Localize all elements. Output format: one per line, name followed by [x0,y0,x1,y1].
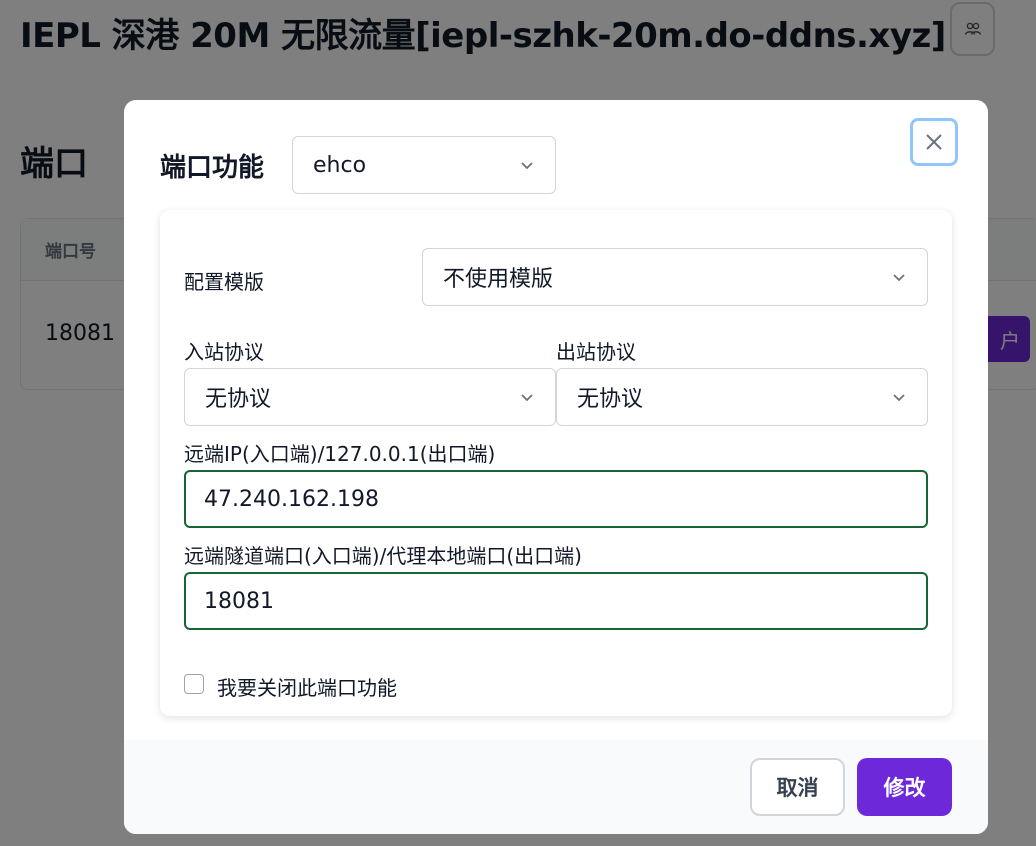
chevron-down-icon [521,394,533,402]
inbound-select-value: 无协议 [205,387,272,412]
remote-ip-input[interactable]: 47.240.162.198 [184,470,928,528]
function-select-value: ehco [313,152,367,178]
remote-ip-value: 47.240.162.198 [204,486,379,512]
remote-ip-label: 远端IP(入口端)/127.0.0.1(出口端) [184,442,496,466]
close-button[interactable] [910,118,958,166]
submit-button[interactable]: 修改 [857,758,952,816]
outbound-select-value: 无协议 [577,387,644,412]
disable-port-checkbox[interactable] [184,674,204,694]
cancel-button[interactable]: 取消 [750,758,845,816]
modal-footer: 取消 修改 [124,740,988,834]
template-select[interactable]: 不使用模版 [422,248,928,306]
chevron-down-icon [893,274,905,282]
function-select[interactable]: ehco [292,136,556,194]
outbound-select[interactable]: 无协议 [556,368,928,426]
chevron-down-icon [521,162,533,170]
template-select-value: 不使用模版 [443,267,554,292]
remote-port-value: 18081 [204,588,274,614]
port-function-modal: 端口功能 ehco 配置模版 不使用模版 入站协议 出站协议 无协议 无协议 远… [124,100,988,834]
outbound-label: 出站协议 [556,340,636,364]
remote-port-label: 远端隧道端口(入口端)/代理本地端口(出口端) [184,544,582,568]
modal-title: 端口功能 [160,153,265,183]
close-icon [926,134,942,150]
port-config-card: 配置模版 不使用模版 入站协议 出站协议 无协议 无协议 远端IP(入口端)/1… [160,210,952,716]
template-label: 配置模版 [184,270,264,294]
remote-port-input[interactable]: 18081 [184,572,928,630]
inbound-label: 入站协议 [184,340,264,364]
chevron-down-icon [893,394,905,402]
inbound-select[interactable]: 无协议 [184,368,556,426]
disable-port-label: 我要关闭此端口功能 [217,676,397,700]
